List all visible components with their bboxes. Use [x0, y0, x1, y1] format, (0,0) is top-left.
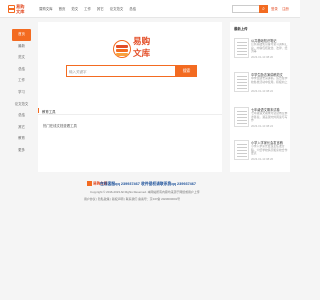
nav-item-papers[interactable]: 论文范文 [110, 6, 124, 11]
list-item[interactable]: 中学生励志演讲稿范文 中学生励志演讲稿，适合在学校各类活动中使用，积极向上 20… [234, 72, 288, 100]
sidebar-item-summary[interactable]: 总结 [12, 64, 31, 76]
document-thumbnail-icon [234, 107, 249, 127]
list-item-date: 2023-01-10 08:20 [251, 55, 274, 59]
list-item-date: 2023-01-10 08:24 [251, 124, 274, 128]
book-icon [116, 53, 128, 56]
footer-copyright: Copyright © 2016-2023 All Rights Reserve… [90, 190, 200, 194]
top-search-button[interactable]: ⌕ [259, 5, 268, 13]
main-panel: 易购 文库 搜索 教育工具 热门在线文档查看工具 [38, 22, 222, 172]
logo-icon [8, 5, 15, 13]
book-icon [116, 45, 128, 48]
list-item-date: 2023-01-10 08:26 [251, 157, 274, 161]
document-thumbnail-icon [234, 38, 249, 58]
hero-logo-text-1: 易购 [133, 37, 151, 47]
nav-item-home[interactable]: 易购文库 [39, 6, 53, 11]
sidebar-item-papers[interactable]: 论文范文 [12, 99, 31, 111]
right-panel-title: 最新上传 [234, 27, 248, 31]
login-link[interactable]: 登录 [271, 6, 278, 11]
nav-item-essays[interactable]: 范文 [71, 6, 78, 11]
hero-logo-text-2: 文库 [133, 49, 151, 59]
logo-text-2: 文库 [16, 9, 25, 14]
list-item[interactable]: 七年级语文期末试卷 七年级语文期末考试试卷及参考答案，涵盖课内外阅读与写作 20… [234, 107, 288, 135]
footer-contact[interactable]: 在线客服qq 239937467 收件侵权请联系我qq 239937467 [100, 182, 196, 187]
nav-item-other[interactable]: 其它 [97, 6, 104, 11]
section-accent-bar [38, 108, 39, 113]
logo-icon [87, 181, 92, 186]
book-icon [116, 49, 128, 52]
sidebar-item-latest[interactable]: 最新 [12, 41, 31, 53]
hero-logo: 易购 文库 [113, 35, 155, 68]
nav-item-index[interactable]: 首页 [59, 6, 66, 11]
section-header: 教育工具 [38, 107, 222, 115]
list-item-date: 2023-01-10 08:22 [251, 89, 274, 93]
right-panel: 最新上传 公共基础知识笔记 公共基础知识备考复习资料汇总，内容包括政治、法律、经… [230, 22, 290, 172]
footer: 易购文库 在线客服qq 239937467 收件侵权请联系我qq 2399374… [0, 177, 300, 207]
sidebar-item-other[interactable]: 其它 [12, 122, 31, 134]
list-item[interactable]: 小学入学家长会发言稿 小学入学家长会班主任发言稿，介绍学校情况和家校合作要点 2… [234, 140, 288, 168]
top-nav: 易购文库 首页 范文 工作 其它 论文范文 总结 [39, 6, 142, 11]
document-thumbnail-icon [234, 140, 249, 160]
top-bar: 易购 文库 易购文库 首页 范文 工作 其它 论文范文 总结 ⌕ 登录 注册 [0, 0, 300, 18]
section-link[interactable]: 热门在线文档查看工具 [43, 123, 77, 128]
sidebar-item-work[interactable]: 工作 [12, 75, 31, 87]
footer-record[interactable]: 用户协议 | 隐私政策 | 版权声明 | 联系我们 备案号：京ICP备 2023… [84, 197, 180, 201]
top-search-input[interactable] [232, 5, 260, 13]
sidebar-item-study[interactable]: 学习 [12, 87, 31, 99]
sidebar-item-summary-2[interactable]: 总结 [12, 110, 31, 122]
search-input[interactable] [69, 67, 173, 76]
site-logo[interactable]: 易购 文库 [8, 3, 30, 15]
sidebar-item-essays[interactable]: 范文 [12, 52, 31, 64]
sidebar-item-more[interactable]: 更多 [12, 145, 31, 157]
sidebar-item-home[interactable]: 首页 [12, 29, 31, 41]
document-thumbnail-icon [234, 72, 249, 92]
list-item-desc: 中学生励志演讲稿，适合在学校各类活动中使用，积极向上 [251, 77, 288, 84]
nav-item-work[interactable]: 工作 [84, 6, 91, 11]
search-icon: ⌕ [262, 6, 265, 12]
list-item-desc: 公共基础知识备考复习资料汇总，内容包括政治、法律、经济等 [251, 43, 288, 54]
register-link[interactable]: 注册 [282, 6, 289, 11]
sidebar: 首页 最新 范文 总结 工作 学习 论文范文 总结 其它 教育 更多 [12, 29, 31, 157]
nav-item-summary[interactable]: 总结 [129, 6, 136, 11]
list-item-desc: 七年级语文期末考试试卷及参考答案，涵盖课内外阅读与写作 [251, 112, 288, 123]
search-button[interactable]: 搜索 [176, 65, 197, 77]
sidebar-item-education[interactable]: 教育 [12, 133, 31, 145]
list-item[interactable]: 公共基础知识笔记 公共基础知识备考复习资料汇总，内容包括政治、法律、经济等 20… [234, 38, 288, 66]
section-title: 教育工具 [42, 109, 56, 114]
search-box [66, 65, 176, 77]
list-item-desc: 小学入学家长会班主任发言稿，介绍学校情况和家校合作要点 [251, 145, 288, 156]
